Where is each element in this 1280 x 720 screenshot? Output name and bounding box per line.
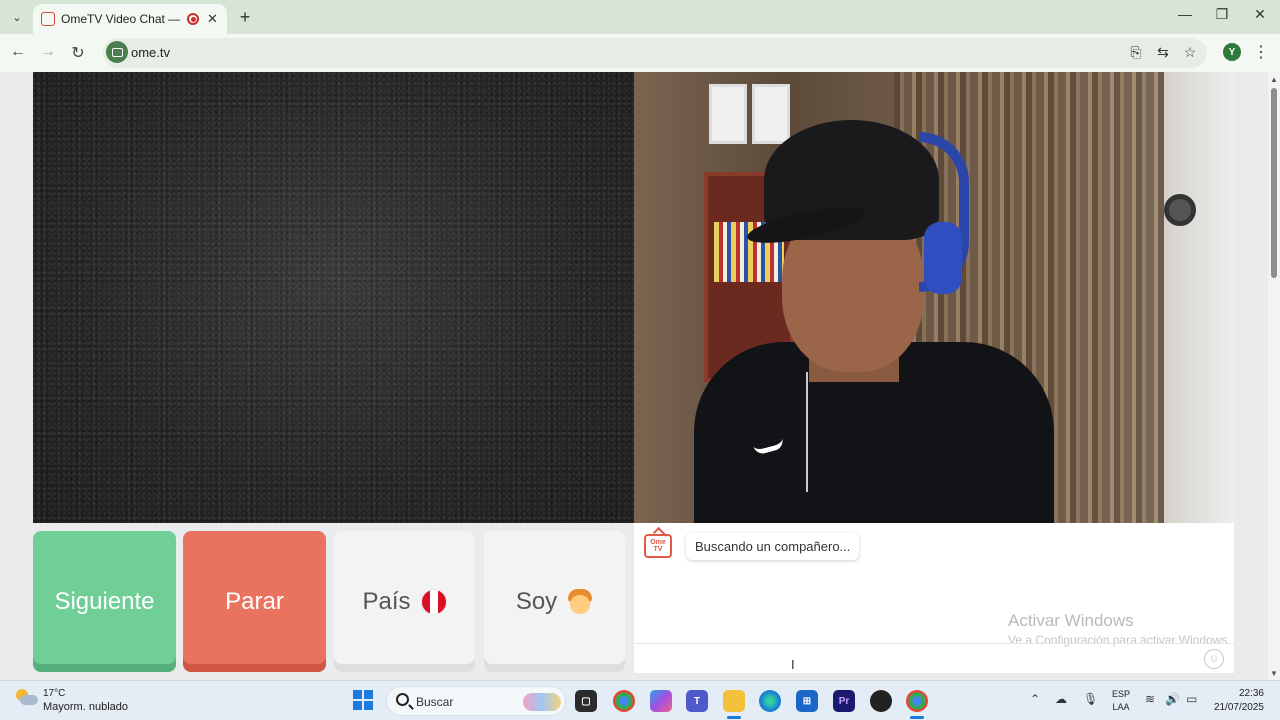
battery-icon[interactable]: ▭ <box>1186 692 1197 706</box>
close-window-button[interactable]: ✕ <box>1245 6 1275 23</box>
ometv-page: Siguiente Parar País Soy Ome TV Buscando… <box>0 72 1268 680</box>
activate-windows-title: Activar Windows <box>1008 611 1134 630</box>
peru-flag-icon <box>420 588 447 615</box>
ometv-logo: Ome TV <box>644 534 672 558</box>
boy-emoji-icon <box>567 588 593 615</box>
task-view-icon[interactable]: ▢ <box>575 690 597 712</box>
edge-icon[interactable] <box>759 690 781 712</box>
address-bar[interactable]: ome.tv ⎘ ⇆ ☆ <box>103 38 1207 68</box>
weather-temperature[interactable]: 17°C <box>43 688 65 699</box>
premiere-pro-icon[interactable]: Pr <box>833 690 855 712</box>
emoji-smile-icon[interactable]: ☺ <box>1204 649 1224 669</box>
obs-icon[interactable] <box>870 690 892 712</box>
tab-strip: ⌄ OmeTV Video Chat — Omegle ✕ + — ❐ ✕ <box>0 0 1280 34</box>
keyboard-layout: LAA <box>1112 702 1130 712</box>
logo-text-tv: TV <box>653 546 663 553</box>
tray-chevron-up-icon[interactable]: ⌃ <box>1030 692 1040 706</box>
start-button[interactable] <box>353 690 373 710</box>
site-info-icon[interactable] <box>106 41 128 63</box>
browser-toolbar: ← → ↻ ome.tv ⎘ ⇆ ☆ Y ⋮ <box>0 34 1280 72</box>
chrome-profile-icon[interactable] <box>613 690 635 712</box>
browser-menu-icon[interactable]: ⋮ <box>1253 42 1269 62</box>
close-tab-icon[interactable]: ✕ <box>207 11 218 27</box>
active-indicator <box>727 716 741 719</box>
microphone-icon[interactable]: 🎙 <box>1083 692 1098 706</box>
next-button[interactable]: Siguiente <box>33 531 176 672</box>
tab-title: OmeTV Video Chat — Omegle <box>61 12 183 26</box>
chat-status-message: Buscando un compañero... <box>686 533 860 560</box>
clock-time: 22:36 <box>1238 688 1264 699</box>
system-clock[interactable]: 22:36 21/07/2025 <box>1208 687 1264 715</box>
weather-cloudy-icon[interactable] <box>16 689 38 707</box>
country-button[interactable]: País <box>334 531 475 672</box>
page-scrollbar[interactable]: ▲ ▼ <box>1268 72 1280 680</box>
reload-button[interactable]: ↻ <box>68 43 88 63</box>
restore-button[interactable]: ❐ <box>1207 6 1237 23</box>
gender-button-label: Soy <box>515 587 558 615</box>
translate-icon[interactable]: ⇆ <box>1153 44 1173 61</box>
file-explorer-icon[interactable] <box>723 690 745 712</box>
partner-video-static <box>33 72 634 523</box>
country-button-label: País <box>362 587 411 615</box>
headphone-cup <box>924 222 962 294</box>
chat-message-input[interactable] <box>634 644 1194 673</box>
copilot-icon[interactable] <box>650 690 672 712</box>
search-icon <box>396 693 409 706</box>
bookmark-star-icon[interactable]: ☆ <box>1180 44 1200 61</box>
tab-search-chevron-icon[interactable]: ⌄ <box>6 6 28 28</box>
wall-frame <box>709 84 747 144</box>
install-app-icon[interactable]: ⎘ <box>1126 44 1146 61</box>
taskbar-search[interactable]: Buscar <box>386 686 566 716</box>
active-indicator <box>910 716 924 719</box>
ometv-favicon-icon <box>41 12 55 26</box>
scroll-down-arrow-icon[interactable]: ▼ <box>1270 669 1278 678</box>
chat-panel: Ome TV Buscando un compañero... Activar … <box>634 523 1234 673</box>
text-cursor-icon: I <box>791 657 795 672</box>
volume-icon[interactable]: 🔊 <box>1165 692 1180 706</box>
teams-icon[interactable]: T <box>686 690 708 712</box>
gender-button[interactable]: Soy <box>484 531 625 672</box>
forward-button[interactable]: → <box>38 43 58 61</box>
earphone-cord <box>806 372 808 492</box>
search-highlight-image <box>523 693 561 711</box>
clock-date: 21/07/2025 <box>1213 702 1264 713</box>
profile-avatar[interactable]: Y <box>1223 43 1241 61</box>
stop-button[interactable]: Parar <box>183 531 326 672</box>
back-button[interactable]: ← <box>8 43 28 61</box>
search-placeholder: Buscar <box>416 695 454 709</box>
language-code: ESP <box>1112 689 1131 699</box>
minimize-button[interactable]: — <box>1170 6 1200 22</box>
stop-button-label: Parar <box>225 587 284 615</box>
wifi-icon[interactable]: ≋ <box>1145 692 1155 706</box>
door-knob <box>1164 194 1196 226</box>
windows-taskbar: 17°C Mayorm. nublado Buscar ▢ T ⊞ Pr ⌃ ☁… <box>0 680 1280 720</box>
store-icon[interactable]: ⊞ <box>796 690 818 712</box>
weather-description[interactable]: Mayorm. nublado <box>43 701 128 713</box>
next-button-label: Siguiente <box>54 587 155 615</box>
logo-text-ome: Ome <box>650 539 666 546</box>
wall-frame <box>752 84 790 144</box>
language-indicator[interactable]: ESP LAA <box>1112 688 1130 714</box>
new-tab-button[interactable]: + <box>235 7 255 28</box>
onedrive-icon[interactable]: ☁ <box>1055 692 1067 706</box>
scroll-up-arrow-icon[interactable]: ▲ <box>1270 75 1278 84</box>
chrome-active-icon[interactable] <box>906 690 928 712</box>
self-camera-video <box>634 72 1234 523</box>
url-text[interactable]: ome.tv <box>131 45 170 60</box>
recording-icon <box>187 13 199 25</box>
scroll-thumb[interactable] <box>1271 88 1277 278</box>
browser-tab[interactable]: OmeTV Video Chat — Omegle ✕ <box>33 4 227 34</box>
